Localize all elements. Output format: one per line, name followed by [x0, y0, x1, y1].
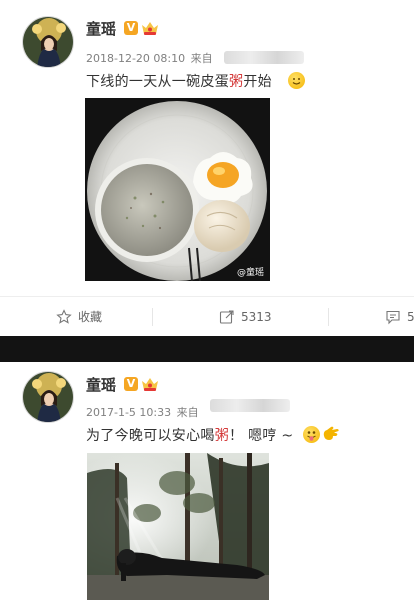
- timestamp[interactable]: 2017-1-5 10:33: [86, 406, 171, 419]
- avatar[interactable]: [22, 16, 74, 68]
- post-text: 下线的一天从一碗皮蛋粥开始: [86, 71, 272, 91]
- post-text-highlight: 粥: [214, 428, 230, 444]
- username[interactable]: 童瑶: [86, 374, 116, 395]
- verified-icon: V: [124, 377, 138, 391]
- post-photo-workout[interactable]: [87, 453, 269, 600]
- hand-gesture-icon: [323, 426, 339, 440]
- weibo-post-2: 童瑶 V 2017-1-5 10:33 来自 为了今晚可以安心喝粥！ 嗯哼 ~: [0, 362, 414, 600]
- comment-count: 5: [407, 310, 414, 324]
- weibo-post-1: 童瑶 V 2018-12-20 08:10 来自 下线的一天从一碗皮蛋粥开始 @…: [0, 0, 414, 336]
- post-text-end: 开始: [243, 74, 272, 90]
- post-divider: [0, 336, 414, 362]
- repost-icon: [219, 310, 234, 324]
- avatar[interactable]: [22, 371, 74, 423]
- favorite-label: 收藏: [78, 310, 103, 324]
- comment-icon: [386, 310, 400, 325]
- post-text: 为了今晚可以安心喝粥！ 嗯哼 ~: [86, 425, 293, 445]
- source-app-blurred: [224, 51, 304, 64]
- repost-count: 5313: [241, 310, 272, 324]
- star-icon: [56, 309, 72, 324]
- member-crown-icon: [142, 22, 158, 35]
- action-separator: [152, 308, 153, 326]
- source-prefix: 来自: [176, 406, 199, 419]
- tongue-emoji-icon: [303, 426, 320, 443]
- timestamp[interactable]: 2018-12-20 08:10: [86, 52, 185, 65]
- username[interactable]: 童瑶: [86, 18, 116, 39]
- action-separator: [328, 308, 329, 326]
- source-app-blurred: [210, 399, 290, 412]
- post-text-main: 为了今晚可以安心喝: [86, 428, 215, 444]
- member-crown-icon: [142, 378, 158, 391]
- post-meta: 2018-12-20 08:10 来自: [86, 50, 213, 66]
- photo-watermark: @童瑶: [236, 268, 264, 278]
- post-text-main: 下线的一天从一碗皮蛋: [86, 74, 229, 90]
- action-bar: 收藏 5313 5: [0, 296, 414, 336]
- post-text-end: ！ 嗯哼 ~: [229, 428, 294, 444]
- source-prefix: 来自: [190, 52, 213, 65]
- post-meta: 2017-1-5 10:33 来自: [86, 404, 199, 420]
- post-text-highlight: 粥: [229, 74, 244, 90]
- post-photo-breakfast[interactable]: @童瑶: [85, 98, 270, 281]
- verified-icon: V: [124, 21, 138, 35]
- smile-emoji-icon: [288, 72, 305, 89]
